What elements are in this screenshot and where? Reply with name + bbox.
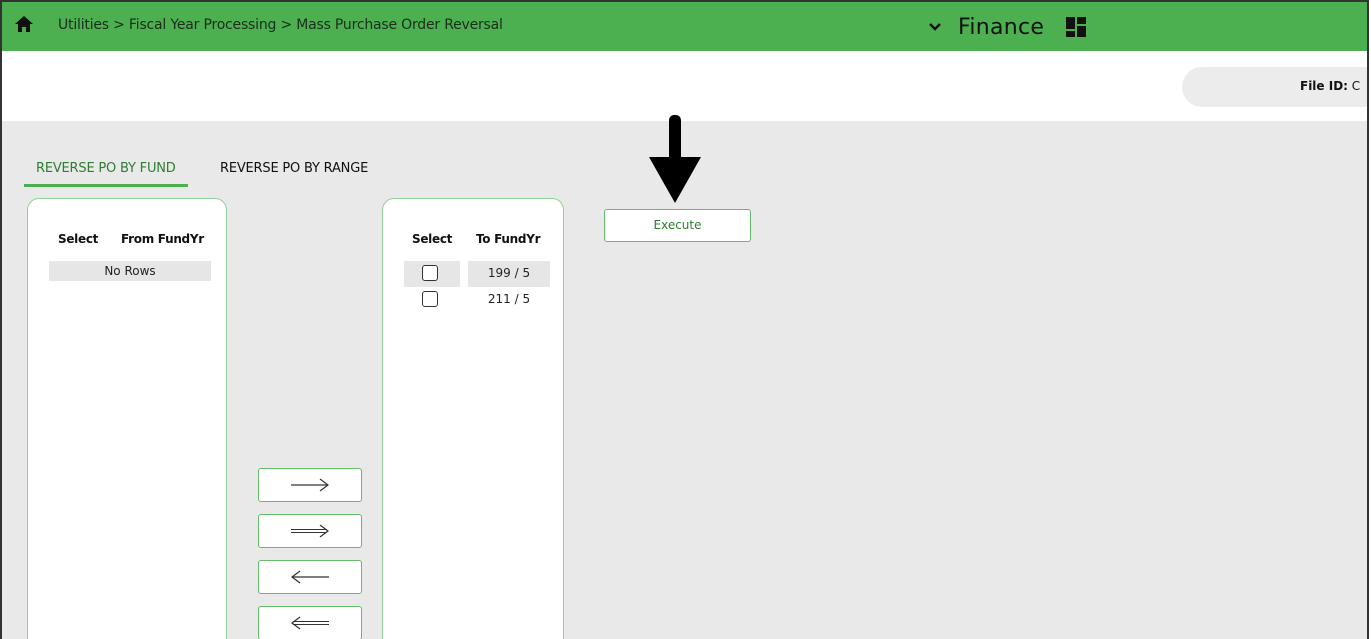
arrow-left-icon [291,570,329,584]
empty-list-message: No Rows [49,261,211,281]
move-all-left-button[interactable] [258,606,362,639]
double-arrow-right-icon [291,524,329,538]
module-name: Finance [958,14,1045,40]
chevron-down-icon [929,23,941,31]
column-header-select: Select [58,232,99,246]
arrow-right-icon [291,478,329,492]
move-all-right-button[interactable] [258,514,362,548]
fund-year-value: 211 / 5 [487,292,531,306]
top-navigation-bar: Utilities > Fiscal Year Processing > Mas… [2,2,1367,51]
apps-grid-icon[interactable] [1065,16,1087,38]
home-icon[interactable] [14,15,34,33]
column-header-select: Select [412,232,453,246]
row-select-checkbox[interactable] [422,291,438,307]
move-selected-left-button[interactable] [258,560,362,594]
fund-year-value: 199 / 5 [468,261,550,287]
execute-button[interactable]: Execute [604,209,751,242]
file-id-badge: File ID: C [1182,67,1367,107]
tab-reverse-po-by-fund[interactable]: REVERSE PO BY FUND [24,161,188,187]
from-fund-year-list: Select From FundYr No Rows [27,198,227,639]
move-selected-right-button[interactable] [258,468,362,502]
table-row[interactable]: 211 / 5 [404,287,550,313]
main-content: REVERSE PO BY FUND REVERSE PO BY RANGE S… [2,115,1367,639]
row-select-checkbox[interactable] [422,265,438,281]
table-row[interactable]: 199 / 5 [404,261,550,287]
module-switcher[interactable]: Finance [928,10,1044,44]
file-id-label: File ID: [1300,79,1348,93]
column-header-from-fundyr: From FundYr [121,232,204,246]
breadcrumb[interactable]: Utilities > Fiscal Year Processing > Mas… [58,17,503,33]
column-header-to-fundyr: To FundYr [476,232,541,246]
pointer-arrow-icon [649,115,701,203]
double-arrow-left-icon [291,616,329,630]
app-window: Utilities > Fiscal Year Processing > Mas… [0,0,1369,639]
sub-header: File ID: C [2,51,1367,121]
file-id-value: C [1351,79,1361,93]
tab-reverse-po-by-range[interactable]: REVERSE PO BY RANGE [220,161,368,176]
to-fund-year-list: Select To FundYr 199 / 5 211 / 5 [382,198,564,639]
